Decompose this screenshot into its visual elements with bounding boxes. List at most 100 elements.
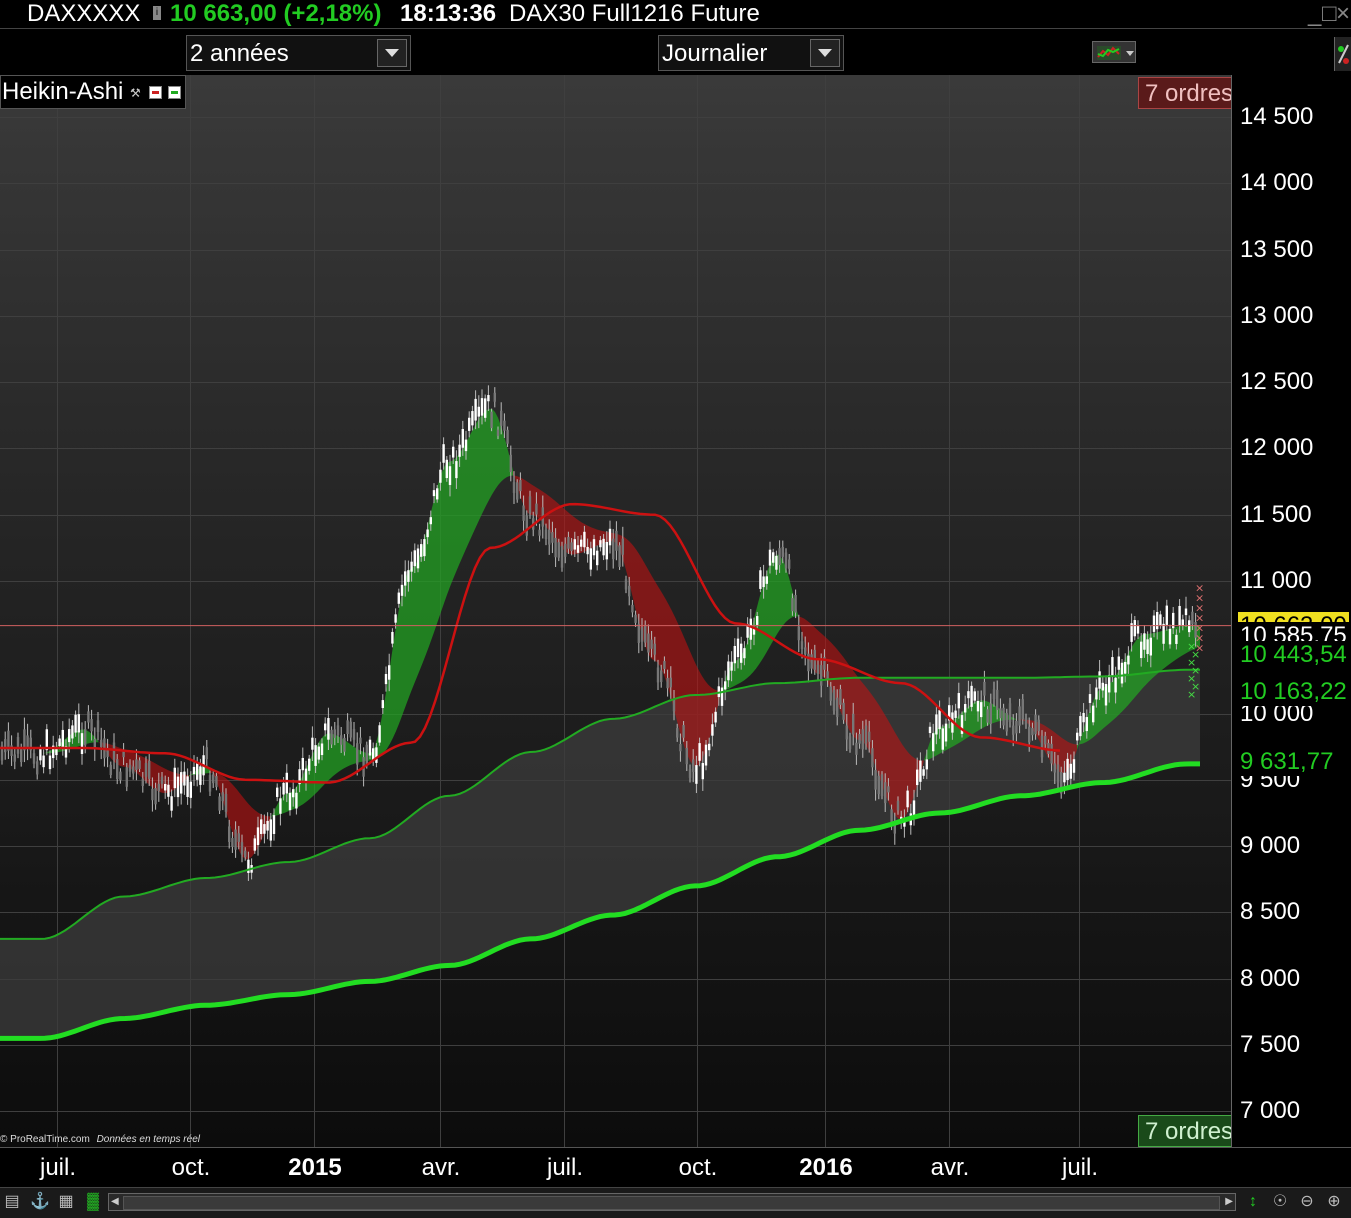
bull-candle [68, 729, 70, 742]
bear-candle [782, 547, 784, 557]
bear-candle [638, 624, 640, 643]
bull-candle [730, 662, 732, 671]
bear-candle [129, 765, 131, 772]
bull-ribbon-segment [468, 433, 471, 544]
bull-ribbon-segment [483, 411, 486, 512]
bear-candle [142, 779, 144, 786]
orders-bottom-label: 7 ordres [1145, 1118, 1233, 1145]
bull-candle [446, 460, 448, 478]
bear-candle [231, 838, 233, 847]
bear-candle [500, 411, 502, 426]
bull-candle [606, 542, 608, 559]
wrench-icon[interactable]: ⚒ [130, 87, 142, 99]
zoom-in-icon[interactable]: ⊕ [1325, 1193, 1343, 1211]
horizontal-scrollbar[interactable]: ◀ ▶ [108, 1193, 1236, 1211]
bull-candle [586, 547, 588, 554]
bull-ribbon-segment [1137, 636, 1140, 695]
maximize-button[interactable]: □ [1322, 0, 1337, 27]
zoom-out-icon[interactable]: ⊖ [1298, 1193, 1316, 1211]
indicator-label-box[interactable]: Heikin-Ashi ⚒ [0, 75, 186, 109]
bear-ribbon-segment [531, 484, 534, 515]
bear-candle [359, 738, 361, 744]
heikin-ashi-icon[interactable]: ▓ [84, 1193, 102, 1211]
bull-candle [279, 798, 281, 813]
remove-indicator-icon[interactable] [149, 86, 162, 99]
bear-candle [545, 530, 547, 539]
bull-candle [1086, 717, 1088, 731]
bull-candle [410, 562, 412, 572]
bear-candle [346, 720, 348, 734]
price-tick-label: 7 500 [1240, 1031, 1300, 1059]
bull-candle [388, 665, 390, 679]
bull-candle [430, 517, 432, 524]
bull-candle [1066, 759, 1068, 780]
autoscale-icon[interactable]: ↕ [1244, 1193, 1262, 1211]
period-dropdown[interactable]: 2 années [186, 35, 411, 71]
bear-candle [1031, 728, 1033, 735]
bear-candle [657, 668, 659, 683]
bull-ribbon-segment [1110, 680, 1113, 723]
price-tag: 9 631,77 [1238, 748, 1335, 776]
drawing-tools-icon[interactable] [1334, 37, 1351, 71]
scroll-right-icon[interactable]: ▶ [1225, 1196, 1233, 1207]
info-icon[interactable]: i [153, 6, 161, 20]
bull-candle [292, 789, 294, 797]
orders-top-button[interactable]: 7 ordres [1138, 77, 1238, 109]
bull-ribbon-segment [495, 412, 498, 490]
bull-candle [391, 632, 393, 644]
bear-candle [148, 761, 150, 779]
bear-candle [206, 747, 208, 759]
price-axis[interactable]: 14 50014 00013 50013 00012 50012 00011 5… [1231, 75, 1351, 1147]
bull-ribbon-segment [390, 646, 393, 744]
bear-candle [548, 530, 550, 545]
bull-candle [577, 545, 579, 553]
bull-candle [1188, 620, 1190, 632]
minimize-button[interactable]: _ [1308, 0, 1321, 27]
bear-candle [654, 644, 656, 655]
bear-candle [871, 748, 873, 767]
zoom-reset-icon[interactable]: ☉ [1271, 1193, 1289, 1211]
add-indicator-icon[interactable] [1092, 41, 1136, 63]
cursor-icon[interactable]: ⚓ [30, 1193, 48, 1211]
bear-candle [862, 729, 864, 749]
price-tick-label: 14 000 [1240, 169, 1313, 197]
bear-candle [503, 421, 505, 431]
save-icon[interactable]: ▦ [57, 1193, 75, 1211]
bull-candle [49, 756, 51, 770]
bull-candle [945, 724, 947, 742]
price-tick-label: 12 500 [1240, 368, 1313, 396]
scroll-left-icon[interactable]: ◀ [111, 1196, 119, 1207]
close-button[interactable]: × [1336, 0, 1350, 27]
bull-ribbon-segment [324, 734, 327, 785]
chevron-down-icon[interactable] [810, 39, 840, 67]
orders-bottom-button[interactable]: 7 ordres [1138, 1115, 1238, 1147]
chevron-down-icon[interactable] [377, 39, 407, 67]
price-tick-label: 13 500 [1240, 236, 1313, 264]
bear-candle [522, 505, 524, 520]
chart-type-icon[interactable]: ▤ [3, 1193, 21, 1211]
bear-candle [350, 722, 352, 738]
add-indicator-small-icon[interactable] [168, 86, 181, 99]
interval-dropdown[interactable]: Journalier [658, 35, 844, 71]
price-chart[interactable]: ×××××××××××××× [0, 75, 1231, 1147]
time-axis[interactable]: juil.oct.2015avr.juil.oct.2016avr.juil. [0, 1147, 1351, 1188]
scrollbar-thumb[interactable] [123, 1196, 1220, 1210]
chart-plot-area[interactable]: ×××××××××××××× [0, 75, 1231, 1147]
bull-candle [1153, 616, 1155, 632]
bull-ribbon-segment [486, 409, 489, 506]
bull-candle [1111, 657, 1113, 675]
bull-candle [714, 712, 716, 723]
bull-candle [167, 785, 169, 797]
bear-candle [161, 777, 163, 784]
bull-candle [276, 788, 278, 797]
bear-candle [986, 709, 988, 722]
bear-candle [682, 725, 684, 738]
bull-candle [1089, 694, 1091, 703]
bull-ribbon-segment [972, 702, 975, 735]
bear-ribbon-segment [660, 590, 663, 673]
bull-candle [270, 819, 272, 840]
bear-candle [490, 412, 492, 428]
orders-top-label: 7 ordres [1145, 80, 1233, 107]
bull-candle [708, 744, 710, 750]
bull-candle [769, 550, 771, 566]
